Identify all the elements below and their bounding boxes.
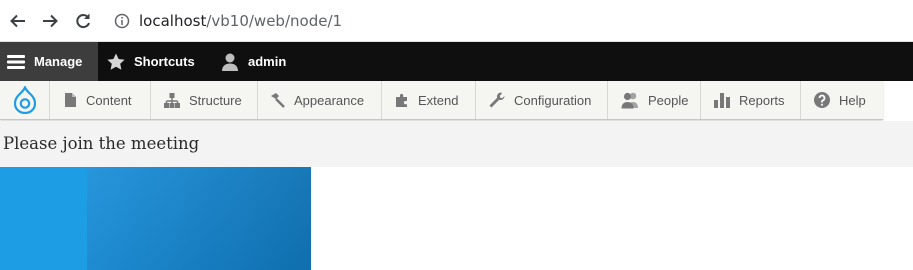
- menu-item-reports[interactable]: Reports: [701, 81, 801, 119]
- manage-label: Manage: [34, 54, 83, 69]
- menu-item-extend[interactable]: Extend: [382, 81, 476, 119]
- menu-item-label: Structure: [189, 92, 242, 108]
- page-header: Please join the meeting: [0, 121, 913, 167]
- menu-item-label: Configuration: [514, 92, 592, 108]
- reload-icon[interactable]: [73, 11, 93, 31]
- address-bar-url[interactable]: localhost/vb10/web/node/1: [139, 12, 342, 30]
- back-arrow-icon[interactable]: [8, 11, 28, 31]
- user-label: admin: [248, 54, 287, 69]
- hamburger-icon: [7, 54, 25, 69]
- manage-tab[interactable]: Manage: [0, 42, 98, 81]
- hero-image-shade: [87, 167, 311, 270]
- content-icon: [65, 93, 76, 107]
- hero-image: [0, 167, 311, 270]
- structure-icon: [164, 93, 180, 108]
- menu-item-label: People: [648, 92, 689, 108]
- star-icon: [107, 53, 125, 70]
- drupal-logo[interactable]: [0, 81, 50, 119]
- people-icon: [621, 92, 638, 109]
- configuration-icon: [489, 92, 505, 108]
- menu-item-label: Help: [839, 92, 866, 108]
- menu-item-label: Content: [86, 92, 132, 108]
- page-title: Please join the meeting: [3, 134, 200, 153]
- menu-item-people[interactable]: People: [608, 81, 701, 119]
- admin-menu-bar: Content Structure Appearance Extend Conf…: [0, 81, 883, 120]
- admin-toolbar: Manage Shortcuts admin: [0, 42, 913, 81]
- admin-menu-tray: Content Structure Appearance Extend Conf…: [0, 81, 913, 120]
- menu-item-appearance[interactable]: Appearance: [258, 81, 382, 119]
- site-info-icon[interactable]: [114, 13, 130, 29]
- forward-arrow-icon[interactable]: [40, 11, 60, 31]
- reports-icon: [714, 93, 730, 108]
- browser-address-bar: localhost/vb10/web/node/1: [0, 0, 913, 42]
- url-path: /vb10/web/node/1: [206, 12, 343, 30]
- shortcuts-label: Shortcuts: [134, 54, 195, 69]
- menu-item-help[interactable]: Help: [801, 81, 883, 119]
- help-icon: [814, 92, 830, 108]
- menu-item-content[interactable]: Content: [50, 81, 151, 119]
- url-host: localhost: [139, 12, 207, 30]
- appearance-icon: [271, 93, 285, 108]
- menu-item-structure[interactable]: Structure: [151, 81, 258, 119]
- menu-item-label: Appearance: [294, 92, 365, 108]
- shortcuts-tab[interactable]: Shortcuts: [106, 42, 195, 81]
- menu-item-label: Reports: [739, 92, 785, 108]
- user-icon: [222, 53, 238, 71]
- extend-icon: [396, 93, 407, 107]
- menu-item-configuration[interactable]: Configuration: [476, 81, 608, 119]
- menu-item-label: Extend: [418, 92, 459, 108]
- user-tab[interactable]: admin: [220, 42, 286, 81]
- drupal-drop-icon: [13, 86, 36, 114]
